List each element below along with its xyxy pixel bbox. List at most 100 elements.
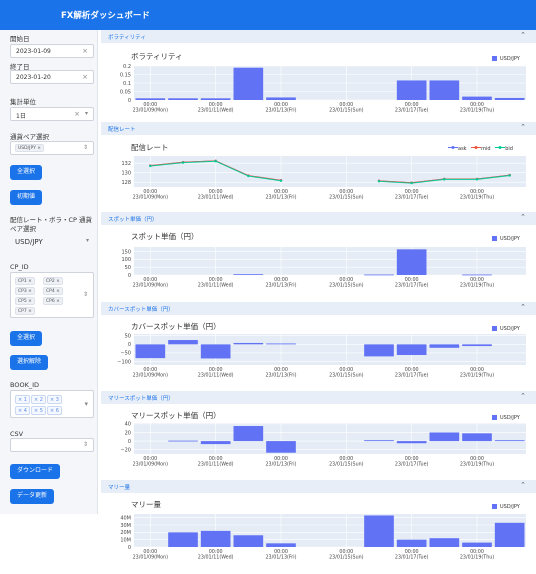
chevron-up-icon[interactable]: ⌃ [520,481,526,489]
pair-select-all-button[interactable]: 全選択 [10,165,43,180]
chevron-updown-icon[interactable]: ⇕ [83,144,88,151]
bar[interactable] [168,532,198,547]
bar[interactable] [135,344,166,359]
bar[interactable] [494,97,525,100]
bar[interactable] [396,80,427,100]
cp-deselect-button[interactable]: 選択解除 [10,355,49,370]
bar[interactable] [494,522,525,547]
cp-tag[interactable]: CP5 × [15,297,35,305]
bar[interactable] [429,80,460,100]
bar[interactable] [364,515,394,547]
bar[interactable] [266,343,296,345]
pair-tag[interactable]: USD/JPY × [15,144,45,152]
chevron-down-icon[interactable]: ▾ [85,110,88,117]
chevron-up-icon[interactable]: ⌃ [520,213,526,221]
section-header-volatility[interactable]: ボラティリティ ⌃ [101,30,536,43]
clear-icon[interactable]: × [82,47,88,55]
spot-chart[interactable]: 15010050000:0023/01/09(Mon)00:0023/01/11… [101,243,536,300]
marry-volume-chart[interactable]: 40M30M20M10M000:0023/01/09(Mon)00:0023/0… [101,510,536,568]
agg-unit-select[interactable]: 1日 × ▾ [10,107,94,121]
chevron-up-icon[interactable]: ⌃ [520,123,526,131]
section-header-marry-spot[interactable]: マリースポット単価（円） ⌃ [101,391,536,404]
chart-legend[interactable]: ask mid bid [448,145,513,152]
bar[interactable] [396,344,427,356]
marry-spot-chart[interactable]: 40200−2000:0023/01/09(Mon)00:0023/01/11(… [101,420,536,478]
bar[interactable] [168,440,198,442]
book-tag[interactable]: × 6 [47,406,62,415]
section-header-rate[interactable]: 配信レート ⌃ [101,122,536,135]
bar[interactable] [266,441,296,453]
bar[interactable] [364,344,394,357]
book-tag[interactable]: × 5 [31,406,46,415]
bar[interactable] [135,98,166,100]
book-tag[interactable]: × 3 [47,395,62,404]
bar[interactable] [396,539,427,547]
cp-tag[interactable]: CP1 × [15,277,35,285]
chevron-up-icon[interactable]: ⌃ [520,303,526,311]
x-tick-label: 00:00 [274,549,288,555]
bar[interactable] [233,274,264,276]
cover-spot-chart[interactable]: 500−50−10000:0023/01/09(Mon)00:0023/01/1… [101,331,536,389]
start-date-input[interactable]: 2023-01-09 × [10,44,94,58]
bar[interactable] [266,97,296,100]
end-date-input[interactable]: 2023-01-20 × [10,70,94,84]
chevron-down-icon[interactable]: ▾ [84,400,88,408]
bar[interactable] [462,344,492,347]
book-tag[interactable]: × 1 [15,395,30,404]
section-header-marry-volume[interactable]: マリー量 ⌃ [101,480,536,493]
bar[interactable] [396,441,427,444]
book-id-multiselect[interactable]: × 1 × 2 × 3 × 4 × 5 × 6 ▾ [10,390,94,418]
chevron-up-icon[interactable]: ⌃ [520,31,526,39]
bar[interactable] [396,249,427,275]
refresh-data-button[interactable]: データ更新 [10,489,55,504]
book-tag[interactable]: × 2 [31,395,46,404]
bar[interactable] [364,274,394,276]
rate-chart[interactable]: 13213012800:0023/01/09(Mon)00:0023/01/11… [101,153,536,210]
rate-pair-select[interactable]: USD/JPY ▾ [10,235,94,249]
bar[interactable] [462,96,492,100]
bar[interactable] [266,543,296,547]
bar[interactable] [429,432,460,442]
bar[interactable] [200,530,231,547]
section-header-spot[interactable]: スポット単価（円） ⌃ [101,212,536,225]
clear-icon[interactable]: × [82,73,88,81]
bar[interactable] [462,542,492,547]
bar[interactable] [494,440,525,442]
x-tick-label: 23/01/15(Sun) [329,462,364,468]
x-tick-label: 00:00 [209,456,223,462]
bar[interactable] [168,98,198,100]
bar[interactable] [233,67,264,100]
download-button[interactable]: ダウンロード [10,464,61,479]
cp-select-all-button[interactable]: 全選択 [10,331,43,346]
clear-icon[interactable]: × [74,110,80,118]
bar[interactable] [200,344,231,359]
cp-tag[interactable]: CP3 × [15,287,35,295]
bar[interactable] [462,433,492,442]
cp-tag[interactable]: CP2 × [43,277,63,285]
bar[interactable] [200,441,231,445]
bar[interactable] [233,342,264,345]
reset-button[interactable]: 初期値 [10,190,43,205]
chevron-down-icon[interactable]: ▾ [86,237,89,244]
chevron-updown-icon[interactable]: ⇕ [83,291,88,298]
chevron-updown-icon[interactable]: ⇕ [83,441,88,448]
cp-tag[interactable]: CP4 × [43,287,63,295]
cp-tag[interactable]: CP7 × [15,307,35,315]
bar[interactable] [168,340,198,345]
bar[interactable] [462,274,492,276]
section-header-cover[interactable]: カバースポット単価（円） ⌃ [101,302,536,315]
chart-legend[interactable]: USD/JPY [492,236,520,242]
bar[interactable] [200,98,231,100]
pair-multiselect[interactable]: USD/JPY × ⇕ [10,141,94,155]
csv-select[interactable]: ⇕ [10,438,94,452]
bar[interactable] [233,426,264,442]
bar[interactable] [364,440,394,442]
cp-tag[interactable]: CP6 × [43,297,63,305]
bar[interactable] [233,535,264,547]
volatility-chart[interactable]: 0.20.150.10.05000:0023/01/09(Mon)00:0023… [101,62,536,120]
cp-id-multiselect[interactable]: CP1 × CP2 × CP3 × CP4 × CP5 × CP6 × CP7 … [10,272,94,318]
bar[interactable] [429,344,460,348]
bar[interactable] [429,538,460,547]
book-tag[interactable]: × 4 [15,406,30,415]
chevron-up-icon[interactable]: ⌃ [520,392,526,400]
